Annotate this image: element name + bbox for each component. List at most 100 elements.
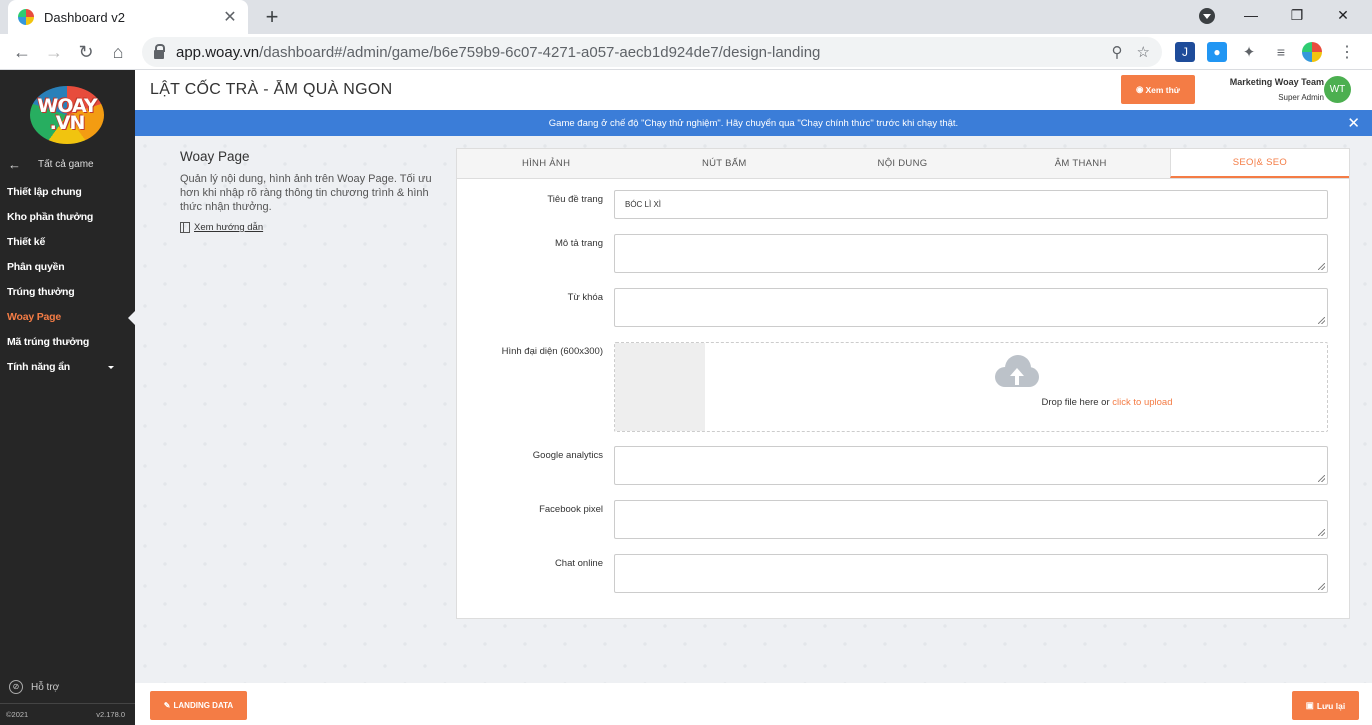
avatar[interactable]: WT [1324,76,1351,103]
main-content: Woay Page Quản lý nội dung, hình ảnh trê… [135,136,1372,683]
page-description-label: Mô tả trang [554,238,603,249]
facebook-pixel-label: Facebook pixel [539,504,603,515]
resize-handle-icon[interactable] [1318,263,1325,270]
sidebar-item-winners[interactable]: Trúng thưởng [0,280,135,305]
woay-favicon-icon [18,9,34,25]
sidebar-item-general-settings[interactable]: Thiết lập chung [0,180,135,205]
page-description-textarea[interactable] [614,234,1328,273]
extensions-puzzle-icon[interactable]: ✦ [1239,42,1259,62]
test-mode-banner: Game đang ở chế độ "Chạy thử nghiệm". Hã… [135,110,1372,136]
support-link[interactable]: ⊘ Hỗ trợ [9,680,59,694]
user-name: Marketing Woay Team [1229,77,1324,87]
profile-avatar-icon[interactable] [1302,42,1322,62]
image-upload-dropzone[interactable]: Drop file here or click to upload [614,342,1328,432]
app-header: LẬT CỐC TRÀ - ẴM QUÀ NGON ◉ Xem thử Mark… [135,70,1372,110]
chat-online-textarea[interactable] [614,554,1328,593]
sidebar-footer: ©2021 v2.178.0 [0,703,135,725]
image-preview-thumbnail [615,343,705,431]
lock-icon [154,43,165,59]
sidebar-item-prize-codes[interactable]: Mã trúng thưởng [0,330,135,355]
tab-seo[interactable]: SEO|& SEO [1169,149,1350,178]
browser-tabbar: Dashboard v2 ✕ + — ❐ ✕ [0,0,1372,34]
book-icon [180,222,190,233]
browser-tab-title: Dashboard v2 [44,9,125,25]
close-icon[interactable]: ✕ [1347,114,1360,132]
forward-arrow-icon[interactable]: → [40,38,68,66]
eye-icon: ◉ [1136,84,1144,94]
facebook-pixel-textarea[interactable] [614,500,1328,539]
reload-icon[interactable]: ↻ [72,38,100,66]
window-close-icon[interactable]: ✕ [1320,0,1366,30]
back-arrow-icon: ← [8,156,21,172]
user-role: Super Admin [1278,93,1324,102]
resize-handle-icon[interactable] [1318,583,1325,590]
landing-data-button[interactable]: ✎ LANDING DATA [150,691,247,720]
bookmark-star-icon[interactable]: ☆ [1137,43,1150,61]
new-tab-icon[interactable]: + [260,4,284,30]
tab-bar: HÌNH ẢNH NÚT BẤM NỘI DUNG ÂM THANH SEO|&… [457,149,1350,179]
sidebar-item-rewards[interactable]: Kho phần thưởng [0,205,135,230]
info-title: Woay Page [180,149,250,164]
drop-text: Drop file here or [1041,397,1110,408]
home-icon[interactable]: ⌂ [104,38,132,66]
sidebar-item-hidden-features[interactable]: Tính năng ẩn [0,355,135,380]
page-title-input[interactable]: BÓC LÌ XÌ [614,190,1328,219]
hidden-features-label: Tính năng ẩn [7,361,70,373]
sidebar-item-woay-page[interactable]: Woay Page [0,305,135,330]
logo-text: WOAY .VN [37,95,97,134]
chrome-menu-dropdown-icon[interactable] [1199,8,1215,24]
sidebar: WOAY .VN ← Tất cả game Thiết lập chung K… [0,70,135,725]
media-control-icon[interactable]: ≡ [1271,42,1291,62]
upload-instructions: Drop file here or click to upload [705,397,1372,408]
preview-label: Xem thử [1145,84,1180,95]
close-tab-icon[interactable]: ✕ [222,7,238,27]
resize-handle-icon[interactable] [1318,317,1325,324]
click-to-upload-link[interactable]: click to upload [1112,397,1172,408]
google-analytics-textarea[interactable] [614,446,1328,485]
info-block: Woay Page Quản lý nội dung, hình ảnh trê… [180,149,440,233]
guide-label: Xem hướng dẫn [194,222,264,233]
info-description: Quản lý nội dung, hình ảnh trên Woay Pag… [180,173,432,213]
tab-buttons[interactable]: NÚT BẤM [635,149,813,178]
all-games-label: Tất cả game [38,158,94,170]
save-label: Lưu lại [1316,700,1346,711]
banner-message: Game đang ở chế độ "Chạy thử nghiệm". Hã… [548,117,959,129]
page-title-label: Tiêu đề trang [547,194,603,205]
resize-handle-icon[interactable] [1318,529,1325,536]
browser-toolbar: ← → ↻ ⌂ app.woay.vn/dashboard#/admin/gam… [0,34,1372,70]
chat-online-label: Chat online [554,558,603,569]
url-path: /dashboard#/admin/game/b6e759b9-6c07-427… [259,43,821,61]
tab-content[interactable]: NỘI DUNG [813,149,991,178]
chrome-menu-icon[interactable]: ⋮ [1337,42,1357,62]
pencil-icon: ✎ [163,701,171,710]
compass-icon: ⊘ [9,680,23,694]
keywords-textarea[interactable] [614,288,1328,327]
address-bar[interactable]: app.woay.vn/dashboard#/admin/game/b6e759… [142,37,1162,67]
extension-drop-icon[interactable]: ● [1207,42,1227,62]
sidebar-menu: Thiết lập chung Kho phần thưởng Thiết kế… [0,180,135,380]
caret-down-icon [108,366,114,372]
google-analytics-label: Google analytics [532,450,603,461]
version: v2.178.0 [96,710,125,719]
tab-sound[interactable]: ÂM THANH [992,149,1170,178]
url-host: app.woay.vn [176,43,260,61]
browser-tab[interactable]: Dashboard v2 ✕ [8,0,248,34]
support-label: Hỗ trợ [31,681,60,693]
url-text[interactable]: app.woay.vn/dashboard#/admin/game/b6e759… [176,44,1098,61]
all-games-link[interactable]: ← Tất cả game [0,154,135,174]
resize-handle-icon[interactable] [1318,475,1325,482]
preview-button[interactable]: ◉ Xem thử [1121,75,1195,104]
back-arrow-icon[interactable]: ← [8,38,36,66]
bottom-action-bar: ✎ LANDING DATA ▣ Lưu lại [135,683,1372,725]
sidebar-item-design[interactable]: Thiết kế [0,230,135,255]
sidebar-item-permissions[interactable]: Phân quyền [0,255,135,280]
copyright: ©2021 [6,710,29,719]
woay-logo[interactable]: WOAY .VN [30,86,104,144]
restore-icon[interactable]: ❐ [1274,0,1320,30]
zoom-icon[interactable]: ⚲ [1112,43,1123,61]
extension-translate-icon[interactable]: J [1175,42,1195,62]
save-button[interactable]: ▣ Lưu lại [1292,691,1359,720]
guide-link[interactable]: Xem hướng dẫn [180,222,440,233]
tab-images[interactable]: HÌNH ẢNH [457,149,635,178]
minimize-icon[interactable]: — [1228,0,1274,30]
